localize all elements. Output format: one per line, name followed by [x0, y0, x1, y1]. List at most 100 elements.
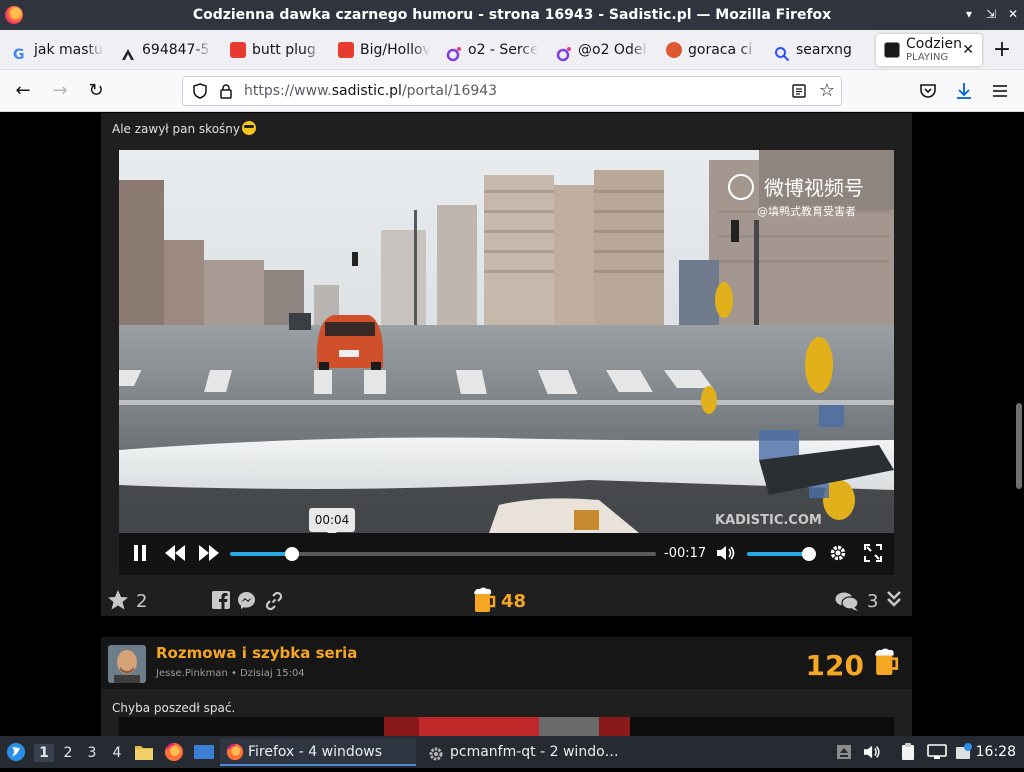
tab-searxng[interactable]: searxng [766, 34, 866, 66]
downloads-icon[interactable] [953, 80, 975, 102]
url-bar[interactable]: https://www.sadistic.pl/portal/16943 ☆ [182, 76, 842, 106]
shop-icon [338, 42, 354, 58]
tab-playing-label: PLAYING [906, 52, 949, 63]
messenger-icon[interactable] [237, 591, 256, 614]
beer-mug-icon[interactable] [874, 646, 900, 682]
post-score: 120 [805, 649, 864, 682]
task-firefox[interactable]: Firefox - 4 windows [220, 738, 416, 766]
post-caption-text: Ale zawył pan skośny [112, 122, 240, 136]
video-frame[interactable]: 微博视频号 @填鸭式教育受害者 KADISTIC.COM [119, 150, 894, 533]
forward-button[interactable]: → [48, 79, 72, 103]
url-path: /portal/16943 [401, 83, 498, 99]
facebook-icon[interactable] [212, 591, 230, 613]
tab-label: goraca ci [688, 42, 753, 58]
post-caption: Ale zawył pan skośny [112, 121, 256, 136]
tab-label: @o2 Odel [578, 42, 647, 58]
watermark-site: KADISTIC.COM [715, 513, 822, 528]
seek-bar[interactable] [230, 547, 656, 561]
shop-icon [230, 42, 246, 58]
post-author[interactable]: Jesse.Pinkman [156, 668, 228, 679]
file-manager-icon[interactable] [134, 743, 154, 765]
navigation-toolbar: ← → ↻ https://www.sadistic.pl/portal/169… [0, 70, 1024, 112]
firefox-icon [226, 743, 244, 771]
bookmark-star-icon[interactable]: ☆ [819, 80, 835, 101]
star-icon[interactable] [107, 589, 129, 615]
seek-handle[interactable] [284, 547, 299, 561]
tray-clipboard-icon[interactable] [900, 743, 918, 765]
window-titlebar: Codzienna dawka czarnego humoru - strona… [0, 0, 1024, 30]
tracking-shield-icon[interactable] [192, 83, 208, 99]
pocket-icon[interactable] [917, 80, 939, 102]
workspace-4[interactable]: 4 [107, 744, 127, 762]
tab-label: o2 - Serce [468, 42, 538, 58]
tab-duckduckgo[interactable]: goraca ci [658, 34, 758, 66]
tab-sadistic-active[interactable]: Codzien PLAYING ✕ [876, 34, 982, 66]
post-card: Rozmowa i szybka seria Jesse.Pinkman • D… [101, 637, 912, 736]
tab-shop-2[interactable]: Big/Hollov [330, 34, 430, 66]
restore-icon[interactable]: ⇲ [982, 5, 1000, 23]
volume-handle[interactable] [802, 547, 816, 561]
url-domain: sadistic.pl [331, 83, 402, 99]
link-icon[interactable] [264, 591, 284, 615]
svg-text:G: G [13, 47, 25, 62]
volume-icon[interactable] [717, 545, 737, 565]
workspace-3[interactable]: 3 [82, 744, 102, 762]
minimize-icon[interactable]: ▾ [960, 5, 978, 23]
tab-o2-1[interactable]: o2 - Serce [438, 34, 538, 66]
workspace-1[interactable]: 1 [34, 744, 54, 762]
tab-google[interactable]: G jak mastu [4, 34, 104, 66]
post-date: Dzisiaj 15:04 [240, 668, 305, 679]
post-caption: Chyba poszedł spać. [112, 701, 236, 715]
close-window-icon[interactable]: ✕ [1004, 5, 1022, 23]
beer-mug-icon[interactable] [473, 586, 497, 618]
post-action-bar: 2 48 3 [101, 583, 912, 616]
firefox-launcher-icon[interactable] [164, 742, 184, 766]
post-media-thumbnail[interactable] [119, 717, 894, 736]
reload-button[interactable]: ↻ [84, 79, 108, 103]
tray-volume-icon[interactable] [864, 744, 882, 764]
clock[interactable]: 16:28 [976, 744, 1016, 760]
rewind-icon[interactable] [165, 545, 185, 565]
tray-eject-icon[interactable] [836, 744, 852, 764]
close-tab-icon[interactable]: ✕ [962, 34, 974, 66]
avatar[interactable] [108, 645, 146, 683]
tray-notification-icon[interactable] [955, 743, 973, 765]
tab-o2-2[interactable]: @o2 Odel [548, 34, 648, 66]
tab-shop-1[interactable]: butt plug [222, 34, 322, 66]
tab-label: Big/Hollov [360, 42, 430, 58]
menu-hamburger-icon[interactable] [989, 80, 1011, 102]
start-menu-icon[interactable] [6, 742, 26, 766]
comment-count: 3 [867, 591, 879, 612]
o2-icon [446, 42, 462, 62]
tab-label: butt plug [252, 42, 316, 58]
reader-view-icon[interactable] [791, 83, 807, 99]
url-text[interactable]: https://www.sadistic.pl/portal/16943 [244, 83, 497, 99]
tab-strip: G jak mastu 694847-5 butt plug Big/Hollo… [0, 30, 1024, 70]
beer-count: 48 [501, 591, 527, 612]
task-pcmanfm[interactable]: pcmanfm-qt - 2 windo… [422, 738, 622, 766]
show-desktop-icon[interactable] [193, 744, 215, 764]
tray-network-icon[interactable] [927, 744, 947, 764]
settings-gear-icon[interactable] [829, 544, 847, 566]
lock-icon[interactable] [218, 83, 234, 99]
comments-icon[interactable] [835, 591, 859, 615]
workspace-2[interactable]: 2 [58, 744, 78, 762]
tab-label: searxng [796, 42, 852, 58]
new-tab-button[interactable]: + [990, 38, 1014, 62]
fullscreen-icon[interactable] [864, 544, 882, 566]
expand-chevrons-icon[interactable] [886, 590, 902, 612]
post-header: Rozmowa i szybka seria Jesse.Pinkman • D… [101, 637, 912, 689]
tab-site[interactable]: 694847-5 [112, 34, 212, 66]
fast-forward-icon[interactable] [199, 545, 219, 565]
video-player[interactable]: 微博视频号 @填鸭式教育受害者 KADISTIC.COM 00:04 -00:1… [119, 150, 894, 575]
watermark-main: 微博视频号 [764, 176, 864, 200]
sadistic-favicon-icon [884, 42, 900, 58]
sunglasses-emoji-icon [242, 121, 256, 135]
post-title[interactable]: Rozmowa i szybka seria [156, 644, 357, 662]
back-button[interactable]: ← [11, 79, 35, 103]
page-scrollbar[interactable] [1016, 403, 1022, 489]
time-remaining: -00:17 [664, 546, 707, 561]
volume-slider[interactable] [747, 547, 816, 561]
tab-label: jak mastu [34, 42, 103, 58]
pause-icon[interactable] [133, 545, 147, 565]
